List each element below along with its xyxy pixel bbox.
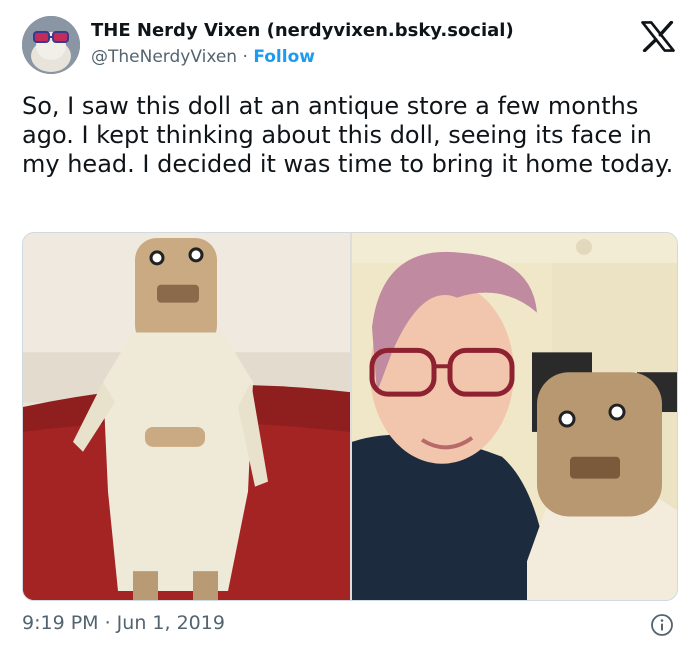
info-icon[interactable] <box>650 613 674 637</box>
author-avatar[interactable] <box>22 16 80 74</box>
follow-button[interactable]: Follow <box>253 47 315 67</box>
media-grid[interactable] <box>22 232 678 601</box>
avatar-image <box>22 16 80 74</box>
tweet-timestamp[interactable]: 9:19 PM · Jun 1, 2019 <box>22 612 225 634</box>
x-logo-icon[interactable] <box>641 21 675 52</box>
doll-on-chair-photo[interactable] <box>23 233 350 600</box>
author-name[interactable]: THE Nerdy Vixen (nerdyvixen.bsky.social) <box>91 20 514 41</box>
author-handle[interactable]: @TheNerdyVixen <box>91 47 237 67</box>
separator-dot: · <box>237 47 254 67</box>
selfie-with-doll-photo[interactable] <box>352 233 678 600</box>
tweet-text: So, I saw this doll at an antique store … <box>22 92 674 178</box>
handle-row: @TheNerdyVixen · Follow <box>91 47 315 67</box>
